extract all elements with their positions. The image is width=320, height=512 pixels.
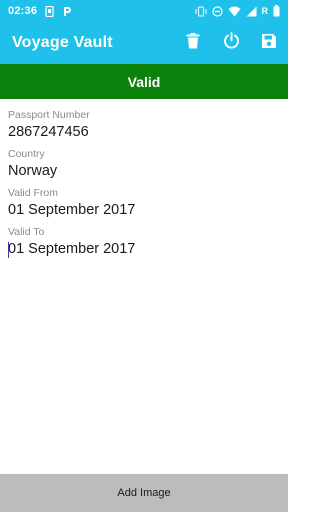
save-button[interactable]	[250, 22, 288, 64]
power-button[interactable]	[212, 22, 250, 64]
wifi-icon	[228, 6, 241, 17]
valid-to-value: 01 September 2017	[8, 241, 136, 257]
parking-icon	[62, 6, 72, 17]
status-time: 02:36	[8, 5, 38, 17]
vibrate-icon	[195, 5, 207, 17]
app-bar: Voyage Vault	[0, 22, 288, 64]
validity-banner: Valid	[0, 64, 288, 99]
cellular-signal-icon	[246, 6, 257, 17]
passport-number-value[interactable]: 2867247456	[8, 123, 280, 142]
sim-card-icon	[45, 5, 54, 17]
battery-icon	[273, 5, 280, 17]
validity-status-text: Valid	[127, 73, 161, 90]
carrier-indicator: R	[261, 6, 269, 16]
valid-from-value[interactable]: 01 September 2017	[8, 201, 280, 220]
delete-icon	[186, 32, 200, 54]
passport-number-label: Passport Number	[8, 109, 90, 121]
valid-to-field: Valid To 01 September 2017	[8, 225, 280, 259]
passport-details: Passport Number 2867247456 Country Norwa…	[8, 108, 280, 264]
valid-from-label: Valid From	[8, 187, 58, 199]
save-icon	[261, 33, 277, 54]
valid-to-label: Valid To	[8, 226, 45, 238]
app-actions	[174, 22, 288, 64]
valid-from-field: Valid From 01 September 2017	[8, 186, 280, 220]
country-field: Country Norway	[8, 147, 280, 181]
app-title: Voyage Vault	[12, 34, 113, 51]
valid-to-input[interactable]: 01 September 2017	[8, 240, 280, 259]
passport-number-field: Passport Number 2867247456	[8, 108, 280, 142]
country-value[interactable]: Norway	[8, 162, 280, 181]
status-bar: 02:36 R	[0, 0, 288, 22]
country-label: Country	[8, 148, 45, 160]
delete-button[interactable]	[174, 22, 212, 64]
add-image-button[interactable]: Add Image	[0, 474, 288, 512]
do-not-disturb-icon	[211, 5, 223, 17]
power-icon	[223, 32, 240, 54]
text-cursor	[8, 242, 9, 258]
